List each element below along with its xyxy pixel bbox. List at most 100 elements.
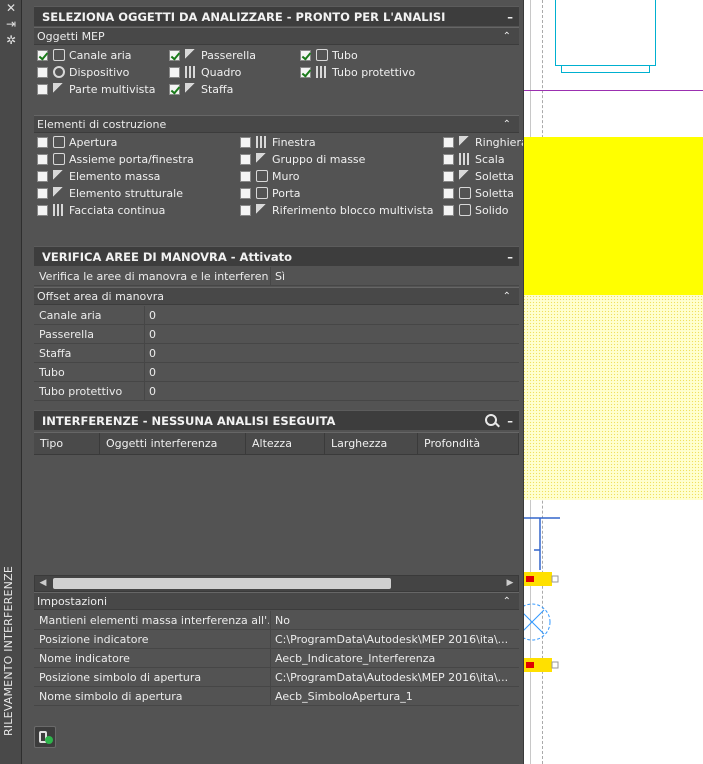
building-element-item[interactable]: Ringhiera [443, 134, 523, 151]
checkbox[interactable] [240, 204, 251, 216]
checkbox[interactable] [240, 187, 251, 199]
column-header[interactable]: Larghezza [325, 433, 418, 454]
offset-row[interactable]: Passerella 0 [34, 325, 519, 344]
settings-row[interactable]: Nome simbolo di apertura Aecb_SimboloAper… [34, 687, 519, 706]
caret-up-icon[interactable]: ⌃ [503, 593, 511, 611]
collapse-icon[interactable]: – [507, 247, 513, 267]
setting-value[interactable]: C:\ProgramData\Autodesk\MEP 2016\ita\... [270, 630, 515, 649]
check-clearance-row[interactable]: Verifica le aree di manovra e le interfe… [34, 267, 519, 286]
horizontal-scrollbar[interactable]: ◀ ▶ [34, 575, 519, 592]
mep-item[interactable]: Tubo protettivo [300, 64, 428, 81]
checkbox[interactable] [37, 49, 48, 61]
column-header[interactable]: Oggetti interferenza [100, 433, 246, 454]
checkbox[interactable] [300, 49, 311, 61]
building-element-item[interactable]: Assieme porta/finestra [37, 151, 233, 168]
building-element-item[interactable]: Apertura [37, 134, 233, 151]
offset-row[interactable]: Tubo protettivo 0 [34, 382, 519, 401]
mep-item[interactable]: Canale aria [37, 47, 165, 64]
settings-row[interactable]: Posizione simbolo di apertura C:\ProgramD… [34, 668, 519, 687]
offset-value[interactable]: 0 [144, 363, 389, 382]
checkbox[interactable] [37, 187, 48, 199]
mep-item[interactable]: Staffa [169, 81, 297, 98]
interference-table-body[interactable] [34, 455, 519, 575]
checkbox[interactable] [240, 136, 251, 148]
offset-header[interactable]: Offset area di manovra ⌃ [34, 287, 519, 305]
checkbox[interactable] [443, 204, 454, 216]
column-header[interactable]: Altezza [246, 433, 325, 454]
building-element-label: Elemento massa [69, 170, 161, 183]
object-type-icon [316, 49, 328, 61]
building-element-item[interactable]: Facciata continua [37, 202, 233, 219]
building-element-item[interactable]: Solido [443, 202, 523, 219]
checkbox[interactable] [300, 66, 311, 78]
checkbox[interactable] [169, 49, 180, 61]
building-element-item[interactable]: Elemento strutturale [37, 185, 233, 202]
building-element-item[interactable]: Gruppo di masse [240, 151, 436, 168]
building-element-item[interactable]: Elemento massa [37, 168, 233, 185]
checkbox[interactable] [169, 66, 180, 78]
caret-up-icon[interactable]: ⌃ [503, 288, 511, 306]
caret-up-icon[interactable]: ⌃ [503, 28, 511, 46]
column-header[interactable]: Tipo [34, 433, 100, 454]
autohide-icon[interactable]: ⇥ [0, 16, 22, 32]
collapse-icon[interactable]: – [507, 411, 513, 431]
mep-objects-header[interactable]: Oggetti MEP ⌃ [34, 27, 519, 45]
checkbox[interactable] [37, 83, 48, 95]
setting-value[interactable]: No [270, 611, 515, 630]
section-interferences-title[interactable]: INTERFERENZE - NESSUNA ANALISI ESEGUITA … [34, 410, 519, 430]
checkbox[interactable] [443, 170, 454, 182]
offset-value[interactable]: 0 [144, 306, 389, 325]
scroll-thumb[interactable] [53, 578, 391, 589]
building-elements-header[interactable]: Elementi di costruzione ⌃ [34, 115, 519, 133]
properties-icon[interactable]: ✲ [0, 32, 22, 48]
zoom-icon[interactable] [485, 414, 497, 426]
caret-up-icon[interactable]: ⌃ [503, 116, 511, 134]
checkbox[interactable] [240, 153, 251, 165]
collapse-icon[interactable]: – [507, 7, 513, 27]
drawing-canvas[interactable] [520, 0, 703, 764]
building-element-item[interactable]: Porta [240, 185, 436, 202]
building-element-item[interactable]: Soletta [443, 185, 523, 202]
column-header[interactable]: Profondità [418, 433, 519, 454]
setting-value[interactable]: Aecb_SimboloApertura_1 [270, 687, 515, 706]
run-analysis-button[interactable] [34, 726, 56, 748]
checkbox[interactable] [37, 153, 48, 165]
section-clearance-title[interactable]: VERIFICA AREE DI MANOVRA - Attivato – [34, 246, 519, 266]
building-element-item[interactable]: Muro [240, 168, 436, 185]
settings-row[interactable]: Mantieni elementi massa interferenza all… [34, 611, 519, 630]
scroll-left-icon[interactable]: ◀ [35, 576, 51, 591]
building-element-item[interactable]: Riferimento blocco multivista [240, 202, 436, 219]
scroll-right-icon[interactable]: ▶ [502, 576, 518, 591]
offset-row[interactable]: Staffa 0 [34, 344, 519, 363]
offset-value[interactable]: 0 [144, 344, 389, 363]
mep-item[interactable]: Parte multivista [37, 81, 165, 98]
checkbox[interactable] [443, 153, 454, 165]
checkbox[interactable] [443, 187, 454, 199]
settings-header[interactable]: Impostazioni ⌃ [34, 592, 519, 610]
mep-item[interactable]: Passerella [169, 47, 297, 64]
checkbox[interactable] [37, 136, 48, 148]
checkbox[interactable] [240, 170, 251, 182]
offset-value[interactable]: 0 [144, 325, 389, 344]
setting-value[interactable]: Aecb_Indicatore_Interferenza [270, 649, 515, 668]
close-icon[interactable]: ✕ [0, 0, 22, 16]
checkbox[interactable] [443, 136, 454, 148]
building-element-item[interactable]: Finestra [240, 134, 436, 151]
checkbox[interactable] [169, 83, 180, 95]
offset-row[interactable]: Tubo 0 [34, 363, 519, 382]
checkbox[interactable] [37, 204, 48, 216]
checkbox[interactable] [37, 170, 48, 182]
offset-row[interactable]: Canale aria 0 [34, 306, 519, 325]
settings-row[interactable]: Nome indicatore Aecb_Indicatore_Interfere… [34, 649, 519, 668]
settings-row[interactable]: Posizione indicatore C:\ProgramData\Autod… [34, 630, 519, 649]
mep-item[interactable]: Quadro [169, 64, 297, 81]
mep-item[interactable]: Tubo [300, 47, 428, 64]
checkbox[interactable] [37, 66, 48, 78]
setting-value[interactable]: C:\ProgramData\Autodesk\MEP 2016\ita\... [270, 668, 515, 687]
offset-value[interactable]: 0 [144, 382, 389, 401]
building-element-item[interactable]: Soletta [443, 168, 523, 185]
section-select-objects-title[interactable]: SELEZIONA OGGETTI DA ANALIZZARE - PRONTO… [34, 6, 519, 26]
mep-item[interactable]: Dispositivo [37, 64, 165, 81]
building-element-item[interactable]: Scala [443, 151, 523, 168]
check-clearance-value[interactable]: Sì [270, 267, 515, 286]
